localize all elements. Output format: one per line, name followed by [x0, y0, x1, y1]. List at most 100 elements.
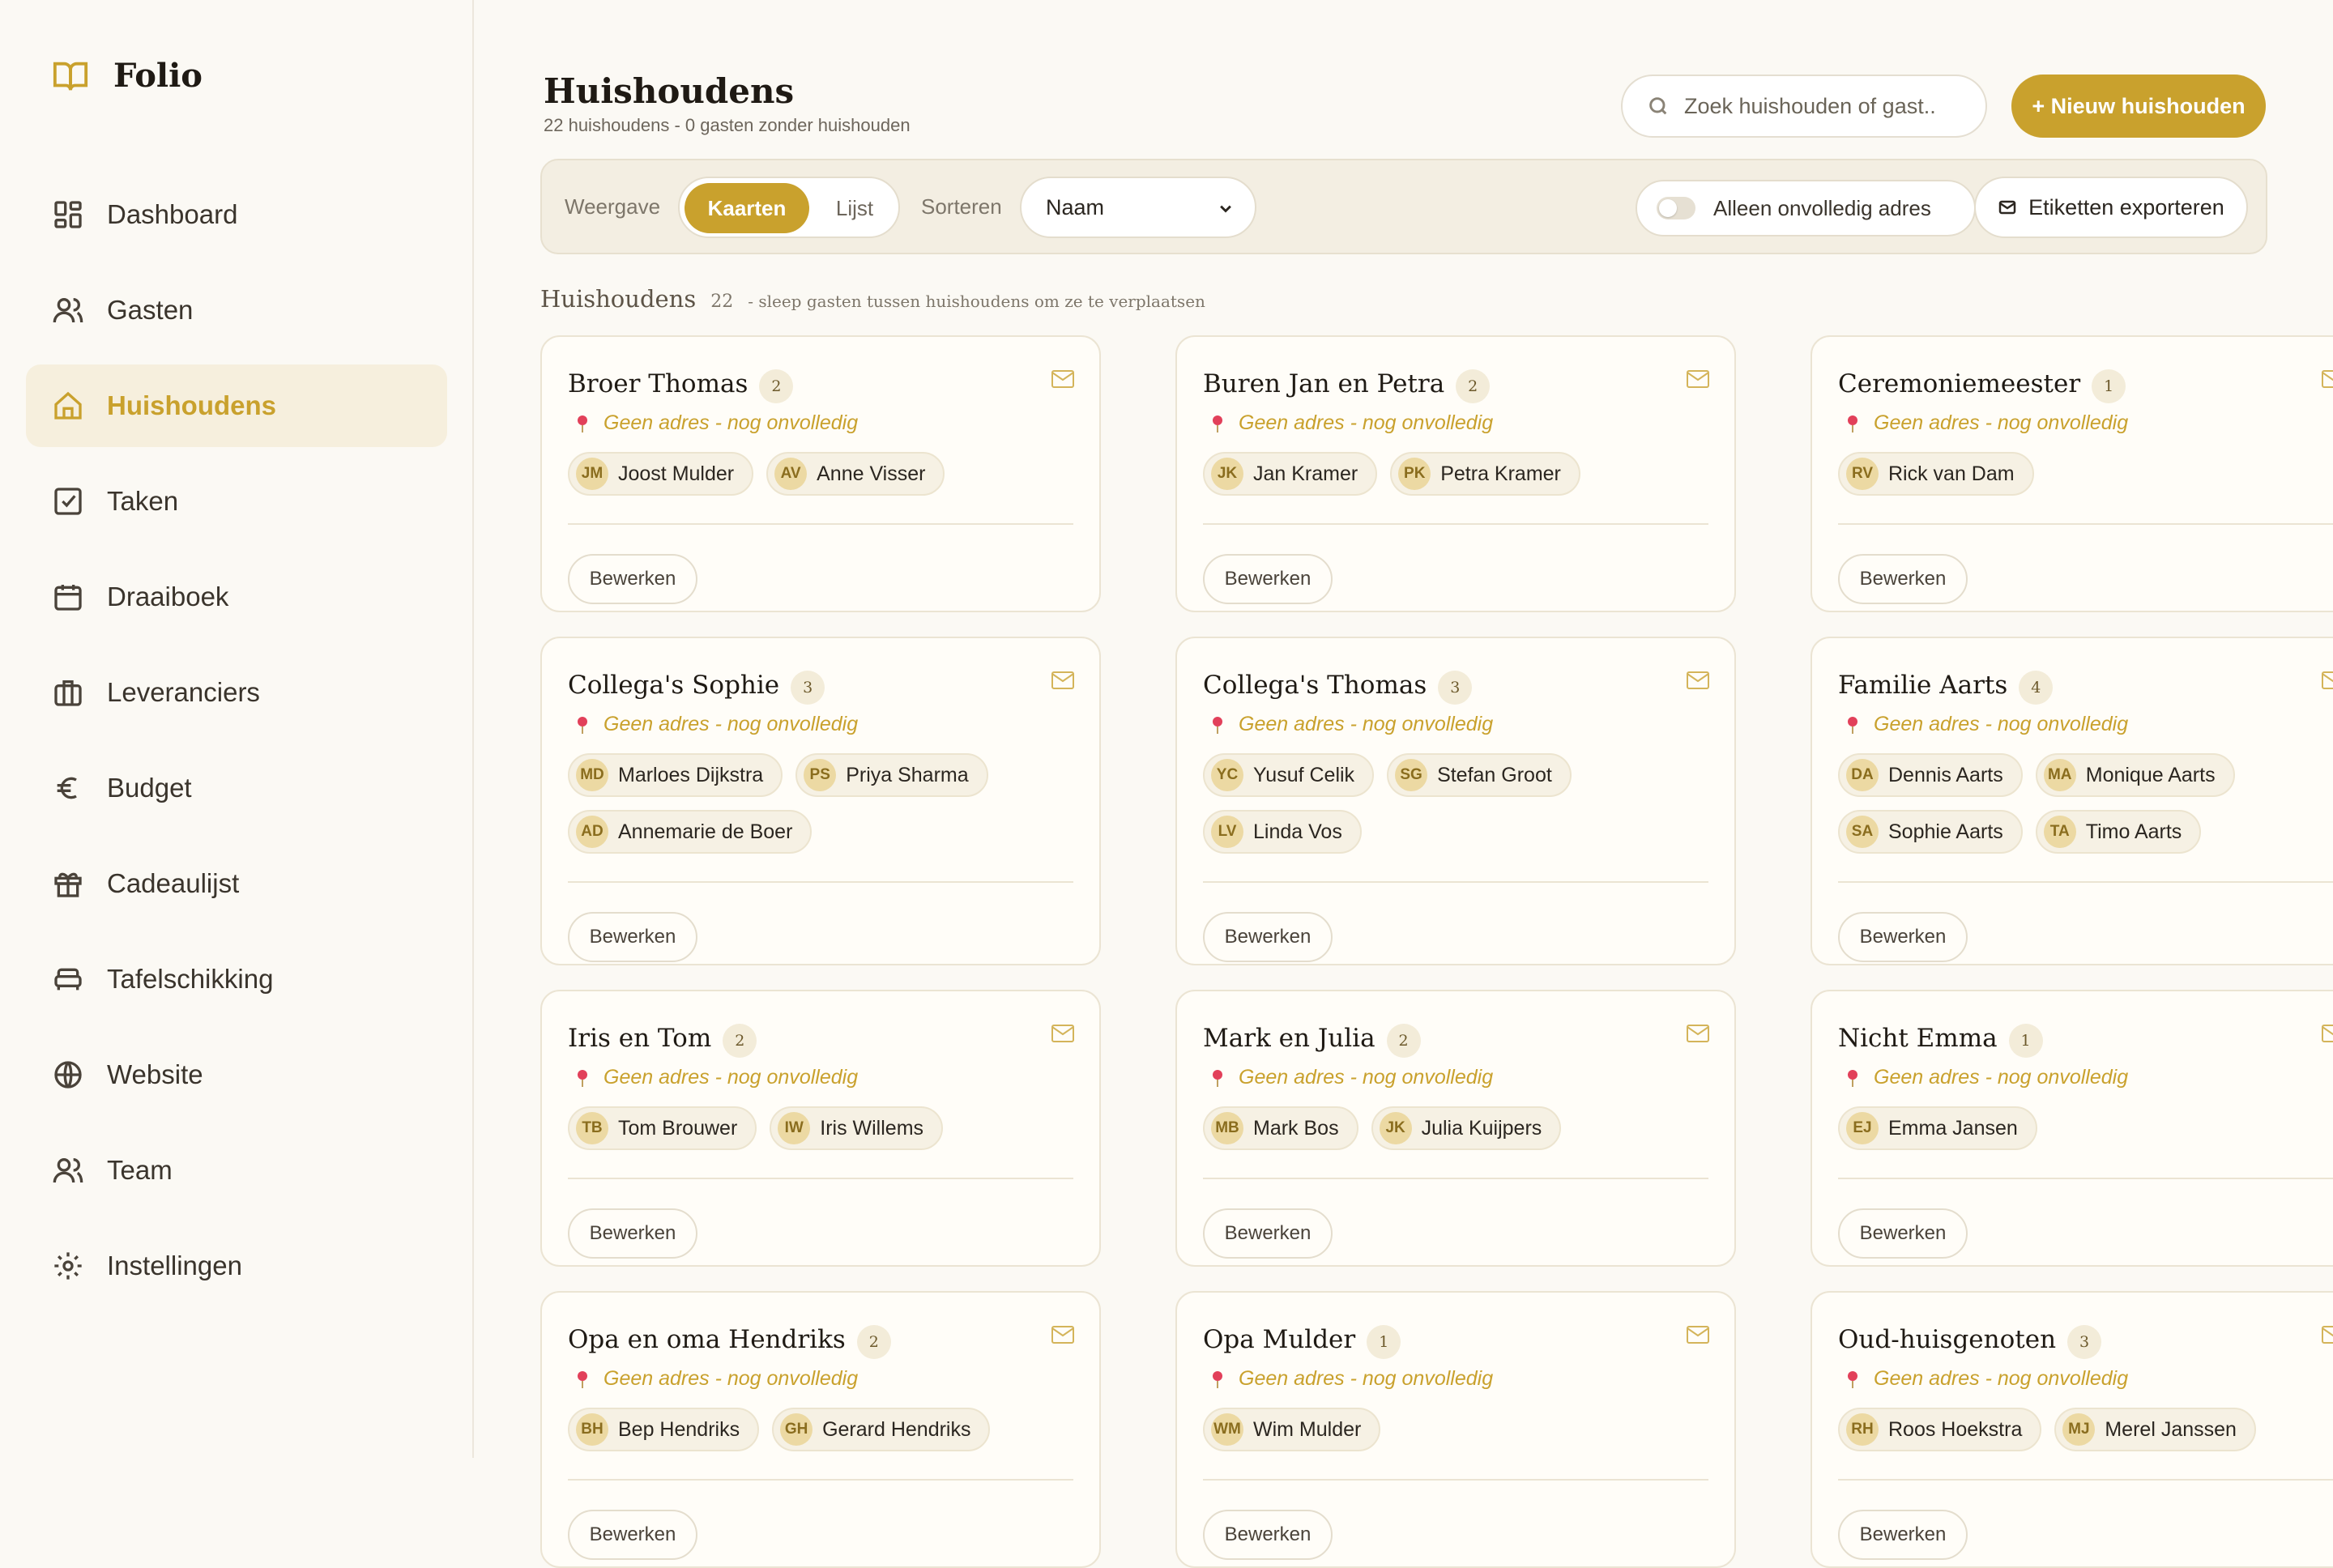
guest-chip[interactable]: BH Bep Hendriks	[568, 1408, 760, 1451]
guest-chip[interactable]: DA Dennis Aarts	[1838, 753, 2023, 797]
guest-name: Monique Aarts	[2085, 763, 2216, 786]
household-card[interactable]: Oud-huisgenoten 3 Geen adres - nog onvol…	[1811, 1291, 2333, 1568]
incomplete-address-toggle[interactable]: Alleen onvolledig adres	[1636, 180, 1976, 236]
household-card[interactable]: Broer Thomas 2 Geen adres - nog onvolled…	[540, 335, 1101, 612]
guest-count-badge: 2	[723, 1024, 757, 1058]
edit-button[interactable]: Bewerken	[1203, 912, 1333, 962]
guest-chip[interactable]: TA Timo Aarts	[2035, 810, 2202, 854]
household-card[interactable]: Opa Mulder 1 Geen adres - nog onvolledig…	[1175, 1291, 1736, 1568]
guest-chip[interactable]: EJ Emma Jansen	[1838, 1106, 2037, 1150]
edit-button[interactable]: Bewerken	[1838, 554, 1968, 604]
sidebar-item-leveranciers[interactable]: Leveranciers	[26, 651, 447, 734]
guest-chip[interactable]: GH Gerard Hendriks	[772, 1408, 991, 1451]
edit-button[interactable]: Bewerken	[568, 912, 697, 962]
view-list-button[interactable]: Lijst	[817, 183, 892, 233]
edit-button[interactable]: Bewerken	[568, 1510, 697, 1560]
pin-icon	[578, 1069, 587, 1087]
export-labels-button[interactable]: Etiketten exporteren	[1974, 177, 2248, 238]
guest-chip[interactable]: YC Yusuf Celik	[1203, 753, 1375, 797]
guest-chip[interactable]: JM Joost Mulder	[568, 452, 754, 496]
guest-chip[interactable]: PS Priya Sharma	[795, 753, 988, 797]
sidebar-item-cadeaulijst[interactable]: Cadeaulijst	[26, 842, 447, 925]
guest-chip[interactable]: AD Annemarie de Boer	[568, 810, 812, 854]
mail-icon[interactable]	[1686, 1024, 1710, 1043]
household-card[interactable]: Iris en Tom 2 Geen adres - nog onvolledi…	[540, 990, 1101, 1267]
mail-icon[interactable]	[1051, 671, 1075, 690]
sidebar-item-tafelschikking[interactable]: Tafelschikking	[26, 938, 447, 1020]
sidebar-item-huishoudens[interactable]: Huishoudens	[26, 364, 447, 447]
guest-chip[interactable]: IW Iris Willems	[770, 1106, 944, 1150]
mail-icon[interactable]	[1051, 369, 1075, 389]
edit-button[interactable]: Bewerken	[1838, 912, 1968, 962]
mail-icon[interactable]	[1686, 1325, 1710, 1344]
view-cards-button[interactable]: Kaarten	[685, 183, 809, 233]
mail-icon[interactable]	[2321, 671, 2333, 690]
edit-button[interactable]: Bewerken	[1203, 554, 1333, 604]
household-card[interactable]: Collega's Thomas 3 Geen adres - nog onvo…	[1175, 637, 1736, 965]
household-card[interactable]: Opa en oma Hendriks 2 Geen adres - nog o…	[540, 1291, 1101, 1568]
guest-chip[interactable]: LV Linda Vos	[1203, 810, 1362, 854]
guest-chip[interactable]: JK Julia Kuijpers	[1371, 1106, 1562, 1150]
guest-count-badge: 1	[2092, 369, 2126, 403]
household-title: Ceremoniemeester 1	[1838, 364, 2126, 403]
address-status: Geen adres - nog onvolledig	[574, 713, 858, 736]
guest-chip[interactable]: RV Rick van Dam	[1838, 452, 2034, 496]
edit-button[interactable]: Bewerken	[1838, 1510, 1968, 1560]
household-card[interactable]: Ceremoniemeester 1 Geen adres - nog onvo…	[1811, 335, 2333, 612]
sidebar-item-dashboard[interactable]: Dashboard	[26, 173, 447, 256]
checkbox-icon	[54, 488, 82, 515]
sidebar-item-team[interactable]: Team	[26, 1129, 447, 1212]
sidebar-item-instellingen[interactable]: Instellingen	[26, 1225, 447, 1307]
guest-chip[interactable]: TB Tom Brouwer	[568, 1106, 757, 1150]
new-household-button[interactable]: + Nieuw huishouden	[2011, 75, 2266, 138]
mail-icon[interactable]	[2321, 1325, 2333, 1344]
guest-chip[interactable]: SA Sophie Aarts	[1838, 810, 2023, 854]
edit-button[interactable]: Bewerken	[568, 554, 697, 604]
sidebar-item-taken[interactable]: Taken	[26, 460, 447, 543]
household-card[interactable]: Mark en Julia 2 Geen adres - nog onvolle…	[1175, 990, 1736, 1267]
household-name: Familie Aarts	[1838, 671, 2008, 700]
guest-chip[interactable]: PK Petra Kramer	[1390, 452, 1580, 496]
household-card[interactable]: Buren Jan en Petra 2 Geen adres - nog on…	[1175, 335, 1736, 612]
mail-icon[interactable]	[2321, 1024, 2333, 1043]
search-input[interactable]	[1684, 93, 1960, 119]
mail-icon[interactable]	[1051, 1024, 1075, 1043]
mail-icon[interactable]	[1051, 1325, 1075, 1344]
brand[interactable]: Folio	[52, 57, 203, 95]
toggle-switch[interactable]	[1657, 197, 1695, 219]
book-icon	[53, 62, 88, 91]
page-subtitle: 22 huishoudens - 0 gasten zonder huishou…	[544, 115, 911, 135]
sidebar-item-budget[interactable]: Budget	[26, 747, 447, 829]
edit-button[interactable]: Bewerken	[1838, 1208, 1968, 1259]
address-text: Geen adres - nog onvolledig	[1874, 1367, 2129, 1390]
dashboard-icon	[54, 201, 82, 228]
sort-select[interactable]: Naam	[1020, 177, 1256, 238]
guest-chip[interactable]: SG Stefan Groot	[1387, 753, 1572, 797]
guest-chip[interactable]: WM Wim Mulder	[1203, 1408, 1381, 1451]
household-name: Nicht Emma	[1838, 1024, 1998, 1053]
guest-chip[interactable]: MD Marloes Dijkstra	[568, 753, 783, 797]
edit-button[interactable]: Bewerken	[568, 1208, 697, 1259]
household-card[interactable]: Nicht Emma 1 Geen adres - nog onvolledig…	[1811, 990, 2333, 1267]
guest-chip[interactable]: MJ Merel Janssen	[2054, 1408, 2256, 1451]
search-box[interactable]	[1621, 75, 1987, 138]
household-name: Iris en Tom	[568, 1024, 712, 1053]
edit-button[interactable]: Bewerken	[1203, 1208, 1333, 1259]
avatar: RV	[1846, 458, 1879, 490]
sidebar-item-draaiboek[interactable]: Draaiboek	[26, 556, 447, 638]
guest-chip[interactable]: MA Monique Aarts	[2035, 753, 2235, 797]
sidebar-item-website[interactable]: Website	[26, 1033, 447, 1116]
household-card[interactable]: Familie Aarts 4 Geen adres - nog onvolle…	[1811, 637, 2333, 965]
mail-icon[interactable]	[1686, 671, 1710, 690]
address-text: Geen adres - nog onvolledig	[604, 1367, 859, 1390]
guest-chip[interactable]: AV Anne Visser	[766, 452, 945, 496]
guest-count-badge: 2	[1456, 369, 1491, 403]
edit-button[interactable]: Bewerken	[1203, 1510, 1333, 1560]
sidebar-item-gasten[interactable]: Gasten	[26, 269, 447, 352]
mail-icon[interactable]	[2321, 369, 2333, 389]
mail-icon[interactable]	[1686, 369, 1710, 389]
guest-chip[interactable]: JK Jan Kramer	[1203, 452, 1378, 496]
guest-chip[interactable]: RH Roos Hoekstra	[1838, 1408, 2042, 1451]
household-card[interactable]: Collega's Sophie 3 Geen adres - nog onvo…	[540, 637, 1101, 965]
guest-chip[interactable]: MB Mark Bos	[1203, 1106, 1358, 1150]
